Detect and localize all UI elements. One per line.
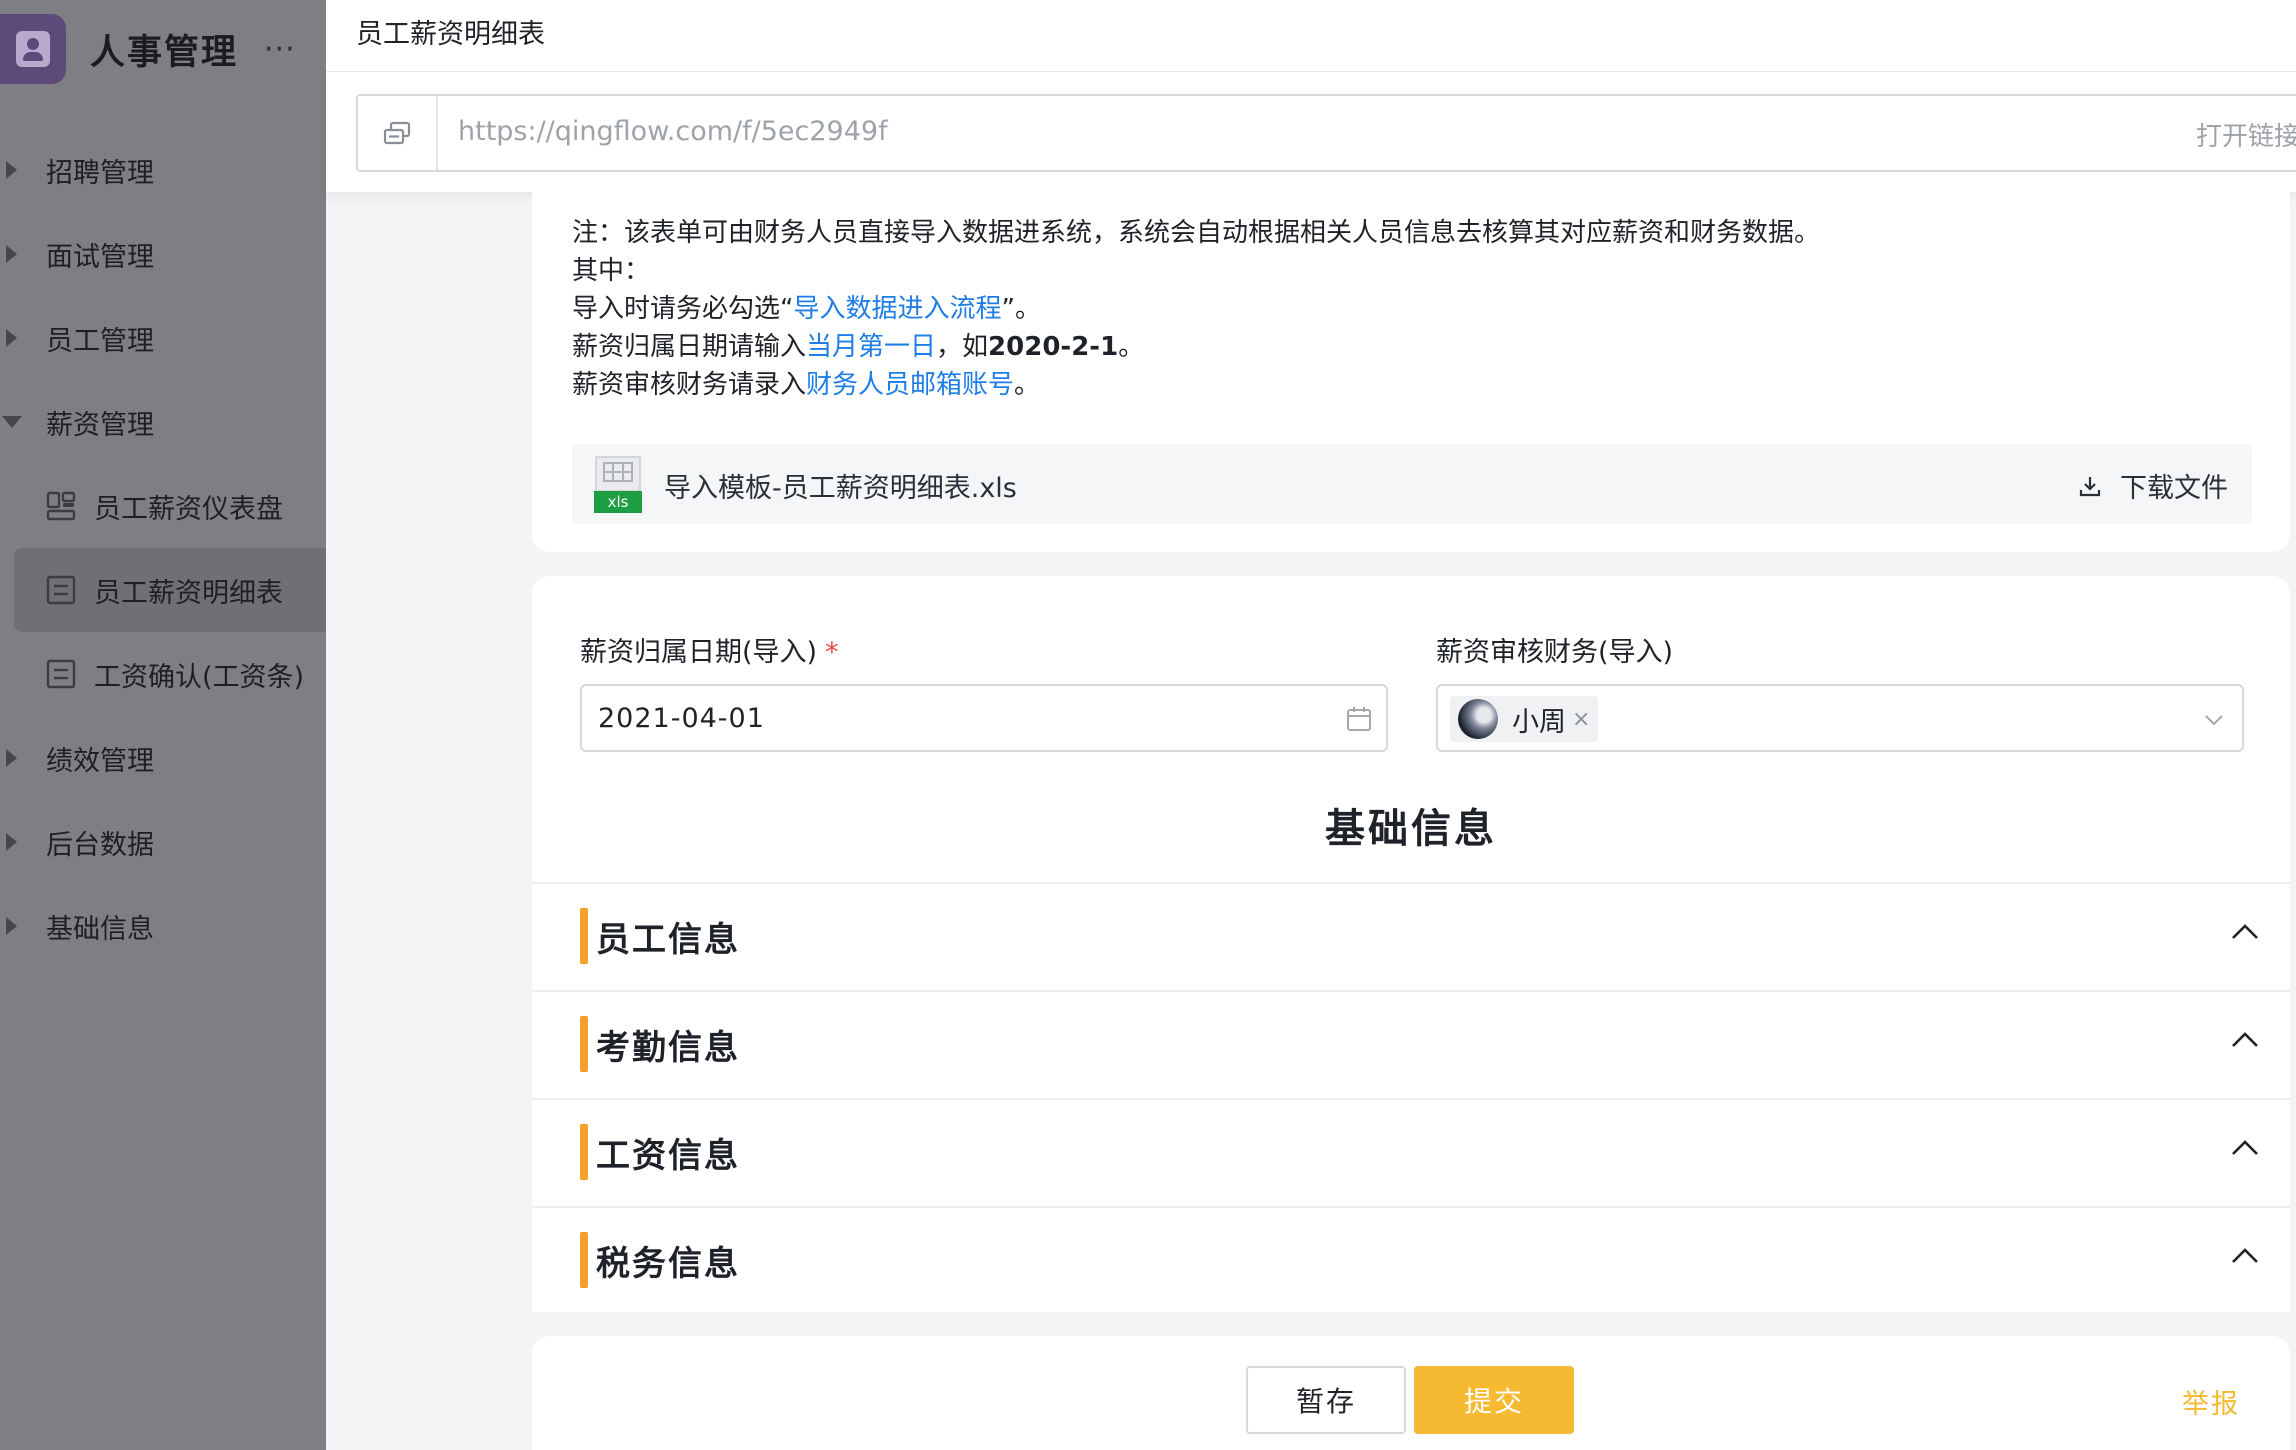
sidebar-item-label: 员工薪资明细表 xyxy=(94,577,283,609)
group-title: 工资信息 xyxy=(596,1136,740,1176)
link-icon xyxy=(358,96,438,170)
calendar-icon[interactable] xyxy=(1346,706,1372,732)
sidebar-item-employee[interactable]: 员工管理 xyxy=(0,296,326,380)
caret-right-icon xyxy=(6,161,17,179)
form-description: 注：该表单可由财务人员直接导入数据进系统，系统会自动根据相关人员信息去核算其对应… xyxy=(572,214,1820,404)
open-link-button[interactable]: 打开链接 xyxy=(2196,116,2296,153)
form-icon xyxy=(46,659,76,689)
note-line: 注：该表单可由财务人员直接导入数据进系统，系统会自动根据相关人员信息去核算其对应… xyxy=(572,218,1821,248)
share-link-bar: https://qingflow.com/f/5ec2949f 打开链接 复 xyxy=(356,94,2296,172)
dashboard-icon xyxy=(46,491,76,521)
report-link[interactable]: 举报 xyxy=(2182,1382,2240,1421)
sidebar-item-label: 后台数据 xyxy=(46,829,154,861)
sidebar-item-label: 员工薪资仪表盘 xyxy=(94,493,283,525)
avatar xyxy=(1458,699,1498,739)
share-link-section: https://qingflow.com/f/5ec2949f 打开链接 复 xyxy=(326,72,2296,192)
member-tag: 小周 × xyxy=(1450,696,1599,742)
group-attendance-info[interactable]: 考勤信息 xyxy=(532,990,2290,1094)
sidebar-item-label: 员工管理 xyxy=(46,325,154,357)
required-mark: * xyxy=(825,637,839,668)
chevron-up-icon[interactable] xyxy=(2230,1136,2260,1158)
attachment-row[interactable]: xls 导入模板-员工薪资明细表.xls 下载文件 xyxy=(572,444,2252,524)
save-draft-button[interactable]: 暂存 xyxy=(1246,1366,1406,1434)
sidebar-nav: 招聘管理 面试管理 员工管理 薪资管理 员工薪资仪表盘 员工薪资明细表 工资确认… xyxy=(0,128,326,968)
sidebar-item-label: 面试管理 xyxy=(46,241,154,273)
finance-field-label: 薪资审核财务(导入) xyxy=(1436,637,1674,668)
form-icon xyxy=(46,575,76,605)
page-header: 员工薪资明细表 xyxy=(326,0,2296,72)
sidebar-item-label: 工资确认(工资条) xyxy=(94,661,305,693)
caret-down-icon xyxy=(2,416,22,428)
sidebar-subitem-payslip[interactable]: 工资确认(工资条) xyxy=(0,632,326,716)
note-line: 薪资审核财务请录入财务人员邮箱账号。 xyxy=(572,370,1041,400)
note-line: 薪资归属日期请输入当月第一日，如2020-2-1。 xyxy=(572,332,1145,362)
salary-date-input[interactable]: 2021-04-01 xyxy=(580,684,1388,752)
note-line: 其中： xyxy=(572,256,651,286)
caret-right-icon xyxy=(6,245,17,263)
excel-file-icon: xls xyxy=(594,456,642,513)
sidebar-subitem-salary-dashboard[interactable]: 员工薪资仪表盘 xyxy=(0,464,326,548)
submit-button[interactable]: 提交 xyxy=(1414,1366,1574,1434)
group-title: 考勤信息 xyxy=(596,1028,740,1068)
app-logo-icon[interactable] xyxy=(0,14,66,84)
group-tax-info[interactable]: 税务信息 xyxy=(532,1206,2290,1310)
member-tag-name: 小周 xyxy=(1512,706,1566,738)
chevron-up-icon[interactable] xyxy=(2230,1028,2260,1050)
attachment-file-name[interactable]: 导入模板-员工薪资明细表.xls xyxy=(664,466,1017,505)
sidebar-item-salary[interactable]: 薪资管理 xyxy=(0,380,326,464)
remove-tag-icon[interactable]: × xyxy=(1572,707,1590,732)
form-action-bar: 暂存 提交 举报 xyxy=(532,1336,2290,1450)
caret-right-icon xyxy=(6,917,17,935)
app-header: 人事管理 ··· xyxy=(0,14,296,84)
download-icon xyxy=(2079,476,2101,496)
section-accent-bar xyxy=(580,1124,588,1180)
sidebar: 人事管理 ··· 招聘管理 面试管理 员工管理 薪资管理 员工薪资仪表盘 员工薪… xyxy=(0,0,326,1450)
section-accent-bar xyxy=(580,1232,588,1288)
sidebar-item-interview[interactable]: 面试管理 xyxy=(0,212,326,296)
group-title: 税务信息 xyxy=(596,1244,740,1284)
app-title: 人事管理 xyxy=(90,32,239,73)
sidebar-item-label: 绩效管理 xyxy=(46,745,154,777)
caret-right-icon xyxy=(6,329,17,347)
chevron-down-icon[interactable] xyxy=(2202,708,2226,732)
form-description-card: 注：该表单可由财务人员直接导入数据进系统，系统会自动根据相关人员信息去核算其对应… xyxy=(532,192,2290,552)
sidebar-item-recruitment[interactable]: 招聘管理 xyxy=(0,128,326,212)
sidebar-subitem-salary-detail[interactable]: 员工薪资明细表 xyxy=(14,548,326,632)
finance-member-select[interactable]: 小周 × xyxy=(1436,684,2244,752)
date-field-label: 薪资归属日期(导入) * xyxy=(580,637,839,668)
sidebar-item-basic-info[interactable]: 基础信息 xyxy=(0,884,326,968)
section-accent-bar xyxy=(580,908,588,964)
more-icon[interactable]: ··· xyxy=(264,32,296,67)
caret-right-icon xyxy=(6,749,17,767)
group-title: 员工信息 xyxy=(596,920,740,960)
svg-text:xls: xls xyxy=(608,493,629,511)
chevron-up-icon[interactable] xyxy=(2230,1244,2260,1266)
section-accent-bar xyxy=(580,1016,588,1072)
sidebar-item-backend-data[interactable]: 后台数据 xyxy=(0,800,326,884)
sidebar-item-performance[interactable]: 绩效管理 xyxy=(0,716,326,800)
caret-right-icon xyxy=(6,833,17,851)
sidebar-item-label: 基础信息 xyxy=(46,913,154,945)
download-file-button[interactable]: 下载文件 xyxy=(2078,466,2228,505)
share-link-url[interactable]: https://qingflow.com/f/5ec2949f xyxy=(458,116,888,147)
group-salary-info[interactable]: 工资信息 xyxy=(532,1098,2290,1202)
sidebar-item-label: 招聘管理 xyxy=(46,157,154,189)
form-card: 薪资归属日期(导入) * 2021-04-01 薪资审核财务(导入) 小周 × 基… xyxy=(532,576,2290,1312)
chevron-up-icon[interactable] xyxy=(2230,920,2260,942)
download-file-label: 下载文件 xyxy=(2120,473,2228,504)
section-heading: 基础信息 xyxy=(1325,806,1497,852)
sidebar-item-label: 薪资管理 xyxy=(46,409,154,441)
note-line: 导入时请务必勾选“导入数据进入流程”。 xyxy=(572,294,1041,324)
group-employee-info[interactable]: 员工信息 xyxy=(532,882,2290,986)
salary-date-value: 2021-04-01 xyxy=(598,703,765,734)
page-title: 员工薪资明细表 xyxy=(356,19,545,50)
